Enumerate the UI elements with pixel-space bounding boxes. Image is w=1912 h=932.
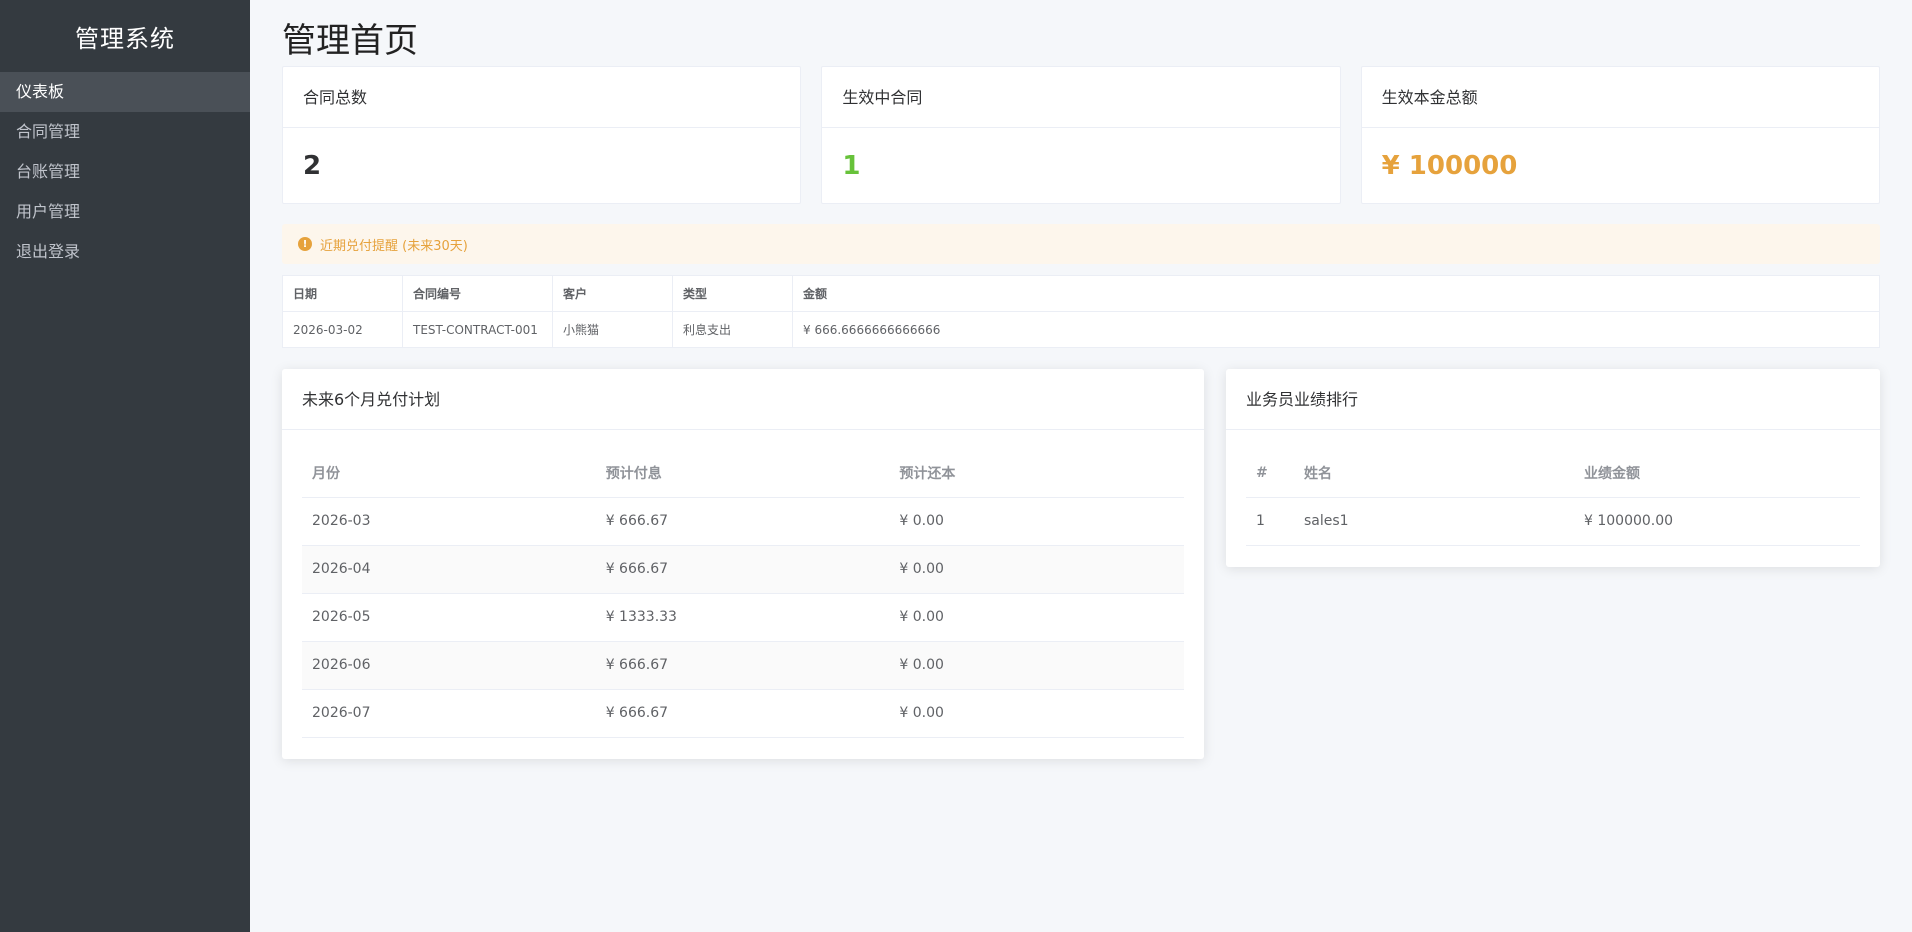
stats-row: 合同总数 2 生效中合同 1 生效本金总额 ¥ 100000 <box>282 66 1880 204</box>
sidebar-item-dashboard[interactable]: 仪表板 <box>0 72 250 112</box>
panel-title: 业务员业绩排行 <box>1226 369 1880 430</box>
panel-title: 未来6个月兑付计划 <box>282 369 1204 430</box>
table-row: 2026-03-02 TEST-CONTRACT-001 小熊猫 利息支出 ¥ … <box>282 311 1880 348</box>
table-row: 2026-05 ¥ 1333.33 ¥ 0.00 <box>302 593 1184 642</box>
cell-interest: ¥ 1333.33 <box>595 593 890 642</box>
table-row: 2026-06 ¥ 666.67 ¥ 0.00 <box>302 641 1184 690</box>
cell-customer: 小熊猫 <box>552 311 673 348</box>
sidebar-item-contracts[interactable]: 合同管理 <box>0 112 250 152</box>
cell-performance: ¥ 100000.00 <box>1574 497 1860 546</box>
table-header-row: # 姓名 业绩金额 <box>1246 450 1860 498</box>
column-header-type: 类型 <box>672 275 793 312</box>
stat-label: 合同总数 <box>283 67 801 128</box>
sales-ranking-panel: 业务员业绩排行 # 姓名 业绩金额 1 sales1 ¥ 100000.00 <box>1226 369 1880 567</box>
payment-plan-panel: 未来6个月兑付计划 月份 预计付息 预计还本 2026-03 ¥ 666.67 … <box>282 369 1204 759</box>
stat-label: 生效本金总额 <box>1361 67 1879 128</box>
cell-interest: ¥ 666.67 <box>595 497 890 546</box>
cell-name: sales1 <box>1294 497 1574 546</box>
column-header-principal: 预计还本 <box>889 450 1184 498</box>
cell-principal: ¥ 0.00 <box>889 641 1184 690</box>
cell-month: 2026-06 <box>302 641 596 690</box>
stat-card-active-contracts: 生效中合同 1 <box>821 66 1341 204</box>
stat-value: ¥ 100000 <box>1381 151 1518 181</box>
column-header-amount: 金额 <box>792 275 1880 312</box>
cell-principal: ¥ 0.00 <box>889 545 1184 594</box>
sidebar-item-logout[interactable]: 退出登录 <box>0 232 250 272</box>
column-header-interest: 预计付息 <box>595 450 890 498</box>
sidebar-item-users[interactable]: 用户管理 <box>0 192 250 232</box>
sidebar-item-ledger[interactable]: 台账管理 <box>0 152 250 192</box>
sales-ranking-table: # 姓名 业绩金额 1 sales1 ¥ 100000.00 <box>1246 450 1860 546</box>
stat-value: 2 <box>303 151 322 181</box>
sidebar: 管理系统 仪表板 合同管理 台账管理 用户管理 退出登录 <box>0 0 250 932</box>
stat-card-total-contracts: 合同总数 2 <box>282 66 802 204</box>
cell-month: 2026-05 <box>302 593 596 642</box>
cell-amount: ¥ 666.6666666666666 <box>792 311 1880 348</box>
main-content: 管理首页 合同总数 2 生效中合同 1 生效本金总额 ¥ 100000 ! 近期… <box>250 0 1912 932</box>
cell-month: 2026-07 <box>302 689 596 738</box>
table-header-row: 月份 预计付息 预计还本 <box>302 450 1184 498</box>
column-header-rank: # <box>1246 450 1294 498</box>
table-row: 2026-03 ¥ 666.67 ¥ 0.00 <box>302 497 1184 546</box>
cell-month: 2026-04 <box>302 545 596 594</box>
page-title: 管理首页 <box>282 21 418 61</box>
cell-type: 利息支出 <box>672 311 793 348</box>
cell-contract-no: TEST-CONTRACT-001 <box>402 311 553 348</box>
warning-icon: ! <box>298 237 312 251</box>
table-row: 2026-07 ¥ 666.67 ¥ 0.00 <box>302 689 1184 738</box>
cell-principal: ¥ 0.00 <box>889 497 1184 546</box>
column-header-customer: 客户 <box>552 275 673 312</box>
table-row: 2026-04 ¥ 666.67 ¥ 0.00 <box>302 545 1184 594</box>
stat-label: 生效中合同 <box>822 67 1340 128</box>
payment-reminder-alert: ! 近期兑付提醒 (未来30天) <box>282 224 1880 264</box>
cell-interest: ¥ 666.67 <box>595 545 890 594</box>
cell-principal: ¥ 0.00 <box>889 593 1184 642</box>
stat-value: 1 <box>842 151 861 181</box>
reminder-table: 日期 合同编号 客户 类型 金额 2026-03-02 TEST-CONTRAC… <box>282 275 1880 348</box>
panels-row: 未来6个月兑付计划 月份 预计付息 预计还本 2026-03 ¥ 666.67 … <box>282 369 1880 759</box>
payment-plan-table: 月份 预计付息 预计还本 2026-03 ¥ 666.67 ¥ 0.00 202… <box>302 450 1184 738</box>
table-row: 1 sales1 ¥ 100000.00 <box>1246 497 1860 546</box>
stat-card-principal-total: 生效本金总额 ¥ 100000 <box>1360 66 1880 204</box>
alert-text: 近期兑付提醒 (未来30天) <box>320 238 468 254</box>
column-header-performance: 业绩金额 <box>1574 450 1860 498</box>
cell-date: 2026-03-02 <box>282 311 403 348</box>
app-title: 管理系统 <box>75 24 175 53</box>
column-header-contract-no: 合同编号 <box>402 275 553 312</box>
cell-interest: ¥ 666.67 <box>595 641 890 690</box>
cell-interest: ¥ 666.67 <box>595 689 890 738</box>
column-header-date: 日期 <box>282 275 403 312</box>
cell-month: 2026-03 <box>302 497 596 546</box>
column-header-month: 月份 <box>302 450 596 498</box>
table-header-row: 日期 合同编号 客户 类型 金额 <box>282 275 1880 312</box>
cell-principal: ¥ 0.00 <box>889 689 1184 738</box>
column-header-name: 姓名 <box>1294 450 1574 498</box>
cell-rank: 1 <box>1246 497 1294 546</box>
